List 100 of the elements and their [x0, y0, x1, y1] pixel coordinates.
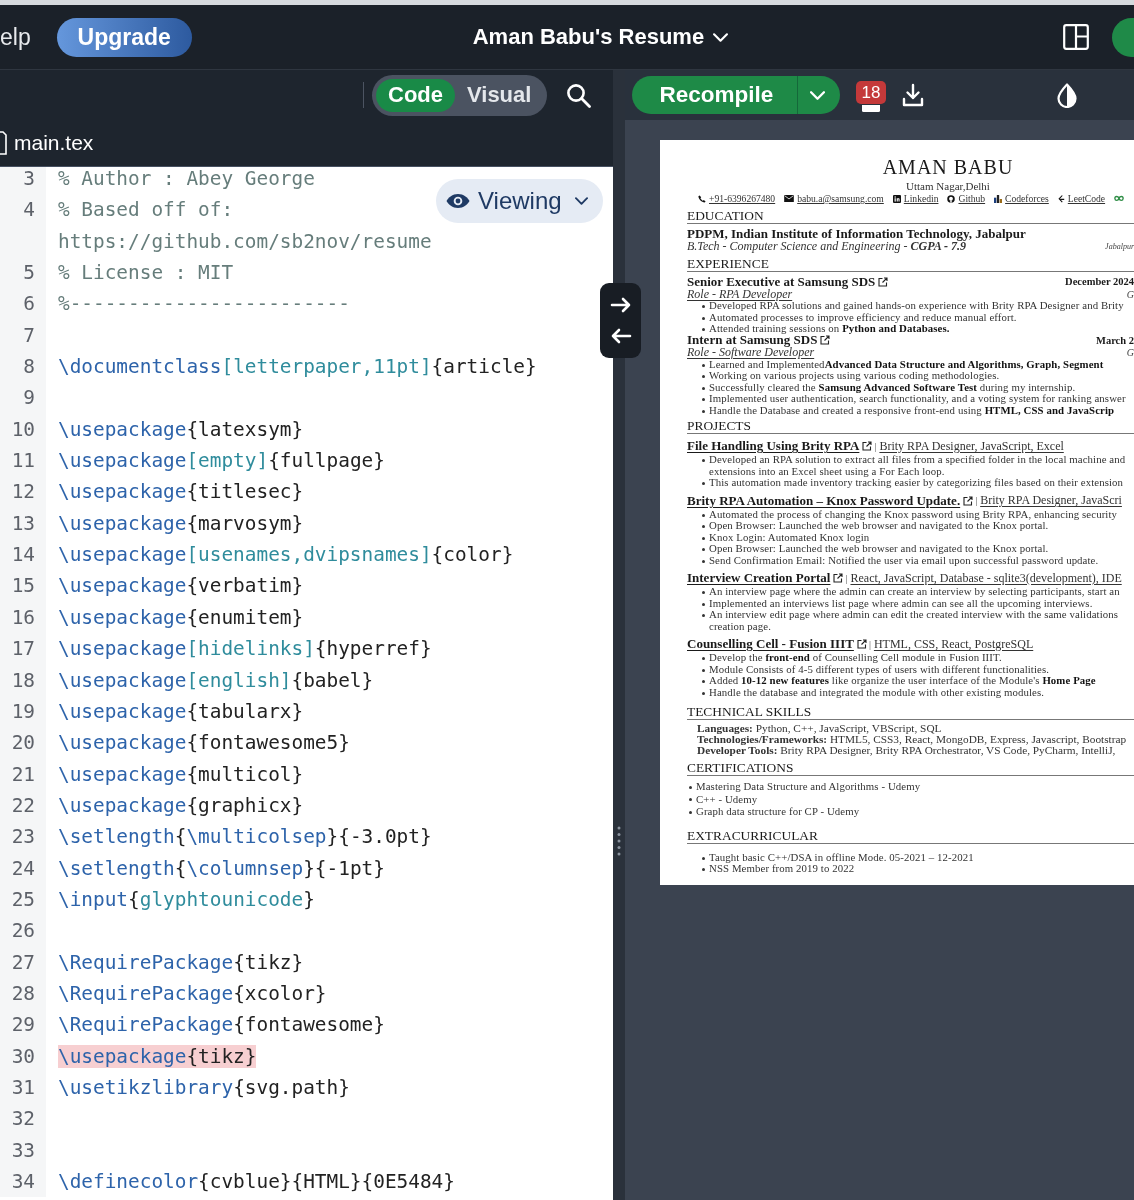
line-number: 6 [0, 288, 46, 320]
bullet-icon [702, 482, 705, 485]
skill-row: Technologies/Frameworks: HTML5, CSS3, React, MongoDB, Express, Javascript, Bootstrap [697, 734, 1127, 745]
line-number: 8 [0, 351, 46, 383]
layout-icon[interactable] [1063, 24, 1089, 50]
line-number: 18 [0, 664, 46, 696]
code-line: \documentclass[letterpaper,11pt]{article} [58, 355, 537, 379]
external-link-icon[interactable] [963, 495, 974, 506]
line-number: 21 [0, 758, 46, 790]
bullet-text: Send Confirmation Email: Notified the user via email upon successful password update. [709, 554, 1099, 566]
chevron-down-icon [809, 90, 825, 100]
bullet-icon [702, 409, 705, 413]
entry-location: Jabalpur [1105, 241, 1134, 251]
code-line: \usepackage{enumitem} [58, 605, 304, 629]
bullet-text: Implemented user authentication, search functionality, and a voting system for ranking answer [709, 393, 1126, 405]
project-title[interactable]: Counselling Cell - Fusion IIIT [687, 636, 854, 652]
bullet-text: Knox Login: Automated Knox login [709, 531, 870, 543]
bullet-icon [689, 785, 692, 789]
bullet-text: Implemented an interviews list page where admin can see all the upcoming interviews. [709, 597, 1093, 609]
contact-link[interactable]: Codeforces [1005, 193, 1049, 204]
error-count-badge: 18 [856, 81, 886, 104]
code-line: \usetikzlibrary{svg.path} [58, 1075, 350, 1099]
project-tech: Brity RPA Designer, JavaScri [980, 493, 1122, 508]
code-line: \setlength{\columnsep}{-1pt} [58, 856, 385, 880]
code-line: \input{glyphtounicode} [58, 887, 315, 911]
file-tab[interactable]: main.tex [14, 131, 94, 155]
contact-link[interactable]: Linkedin [903, 193, 939, 204]
logo-icon [1057, 194, 1065, 203]
line-number: 32 [0, 1103, 46, 1135]
resume-location: Uttam Nagar,Delhi [906, 180, 990, 192]
code-line: \usepackage[english]{babel} [58, 668, 374, 692]
separator-text: | [868, 638, 871, 650]
resume-name: AMAN BABU [882, 156, 1014, 178]
linkedin-icon [892, 194, 901, 203]
code-line: \setlength{\multicolsep}{-3.0pt} [58, 825, 432, 849]
contact-link[interactable]: +91-6396267480 [709, 193, 776, 204]
drop-icon[interactable] [1056, 82, 1078, 108]
bullet-icon [702, 657, 705, 660]
bullet-text: Added 10-12 new features like organize the user interface of the Module's Home Page [709, 675, 1096, 687]
contact-link[interactable]: babu.a@samsung.com [797, 193, 884, 204]
editor-mode-tab[interactable]: Visual [455, 78, 544, 112]
external-link-icon[interactable] [878, 276, 889, 287]
code-line: % Author : Abey George [58, 167, 315, 190]
bullet-text: Handle the Database and created a responsive front-end using HTML, CSS and JavaScrip [709, 404, 1115, 416]
bullet-text: Open Browser: Launched the web browser and navigated to the Knox portal. [709, 543, 1049, 555]
line-number: 20 [0, 727, 46, 759]
bullet-icon [702, 513, 705, 517]
drag-handle-icon[interactable] [617, 826, 621, 856]
bullet-text: Develop the front-end of Counselling Cell module in Fusion IIIT. [709, 652, 1002, 664]
code-line: \usepackage[empty]{fullpage} [58, 449, 385, 473]
bullet-text: Developed an RPA solution to extract all files from a specified folder in the local machine and extensions into an Excel sheet using a For Each loop. [709, 454, 1126, 477]
section-heading: TECHNICAL SKILLS [687, 704, 812, 719]
bar-chart-icon [994, 194, 1003, 203]
code-line: \usepackage[hidelinks]{hyperref} [58, 637, 432, 661]
section-heading: EDUCATION [687, 208, 764, 223]
contact-link[interactable]: LeetCode [1067, 193, 1106, 204]
code-line: \usepackage{tabularx} [58, 699, 304, 723]
skill-row: Developer Tools: Brity RPA Designer, Brity RPA Orchestrator, VS Code, PyCharm, IntelliJ, [697, 745, 1116, 756]
project-tech: HTML, CSS, React, PostgreSQL [873, 636, 1034, 652]
line-number: 28 [0, 977, 46, 1010]
code-line: \RequirePackage{xcolor} [58, 981, 327, 1005]
editor-mode-tab[interactable]: Code [376, 78, 455, 112]
recompile-options-button[interactable] [798, 76, 840, 114]
external-link-icon[interactable] [820, 335, 831, 345]
project-title[interactable]: Brity RPA Automation – Knox Password Update. [687, 492, 961, 509]
bullet-text: Module Consists of 4-5 different types of users with different functionalities. [709, 663, 1050, 675]
external-link-icon[interactable] [856, 639, 867, 649]
upgrade-button[interactable]: Upgrade [56, 17, 192, 57]
bullet-text: Learned and ImplementedAdvanced Data Structure and Algorithms, Graph, Segment [709, 358, 1104, 370]
entry-date: March 2 [1096, 334, 1134, 346]
recompile-button[interactable]: Recompile [632, 76, 798, 114]
search-icon[interactable] [566, 82, 592, 108]
bullet-text: Open Browser: Launched the web browser and navigated to the Knox portal. [709, 520, 1049, 532]
bullet-text: Successfully cleared the Samsung Advanced Software Test during my internship. [709, 381, 1076, 393]
line-number: 14 [0, 539, 46, 571]
project-title[interactable]: Interview Creation Portal [687, 570, 831, 586]
document-icon[interactable] [861, 105, 881, 112]
line-number: 34 [0, 1166, 46, 1198]
entry-subtitle: Role - Software Developer [687, 345, 815, 359]
external-link-icon[interactable] [833, 573, 844, 583]
project-title-button[interactable]: Aman Babu's Resume [472, 24, 729, 50]
view-mode-dropdown[interactable]: Viewing [436, 179, 603, 223]
arrow-left-icon[interactable] [609, 328, 632, 345]
bullet-icon [702, 363, 705, 367]
bullet-icon [702, 602, 705, 606]
contact-link[interactable]: Github [958, 193, 986, 204]
bullet-icon [702, 459, 705, 462]
help-menu[interactable]: elp [0, 23, 31, 51]
project-tech: Brity RPA Designer, JavaScript, Excel [879, 438, 1064, 454]
bullet-text: Handle the database and integrated the module with other existing modules. [709, 686, 1045, 698]
external-link-icon[interactable] [862, 441, 873, 451]
download-icon[interactable] [902, 83, 924, 107]
arrow-right-icon[interactable] [609, 296, 632, 313]
line-number: 22 [0, 789, 46, 822]
code-line: \usepackage{multicol} [58, 762, 304, 786]
line-number: 25 [0, 883, 46, 916]
cut-off-button[interactable] [1112, 17, 1134, 57]
line-number: 11 [0, 445, 46, 477]
entry-location: G [1126, 347, 1134, 358]
project-title[interactable]: File Handling Using Brity RPA [687, 438, 860, 454]
